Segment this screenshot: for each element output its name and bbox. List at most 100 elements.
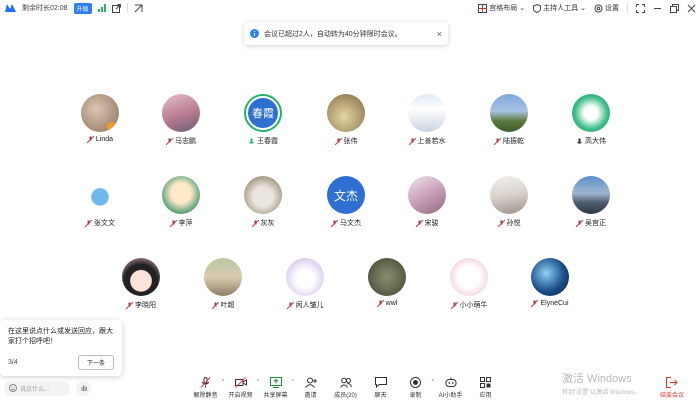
grid-layout-label: 宫格布局 <box>489 5 518 12</box>
share-link-icon[interactable] <box>111 3 121 13</box>
participant-tile[interactable]: Linda <box>70 94 130 144</box>
members-label: 成员(20) <box>334 393 357 399</box>
participant-tile[interactable]: 高大伟 <box>561 94 621 146</box>
signal-icon[interactable] <box>97 4 106 12</box>
upgrade-button[interactable]: 升级 <box>73 2 92 14</box>
participant-name: ElyneCui <box>540 300 569 307</box>
next-tip-button[interactable]: 下一条 <box>77 355 114 370</box>
end-meeting-button[interactable]: 结束会议 <box>654 377 690 399</box>
muted-mic-icon <box>376 299 385 308</box>
chat-placeholder: 说点什么... <box>20 386 50 393</box>
share-screen-label: 共享屏幕 <box>263 393 288 399</box>
ai-assistant-button[interactable]: AI小助手 <box>433 377 468 399</box>
close-icon[interactable]: × <box>437 29 442 39</box>
muted-mic-icon <box>169 219 177 227</box>
members-icon <box>339 377 352 388</box>
top-bar: 剩余时长02:08 升级 宫格布局 ⌄ 主持人工具 ⌄ 设置 <box>0 0 700 16</box>
participant-name: 陆振乾 <box>503 138 524 145</box>
participant-tile[interactable]: 李晓阳 <box>111 258 171 310</box>
participant-tile[interactable]: 小小萌牛 <box>439 258 499 310</box>
participant-tile[interactable]: ElyneCui <box>520 258 580 308</box>
restore-icon[interactable] <box>670 3 679 13</box>
chevron-down-icon: ⌄ <box>580 5 586 12</box>
participant-tile[interactable]: 灰灰 <box>233 176 293 228</box>
video-off-icon <box>234 377 247 388</box>
record-button[interactable]: 录制 ^ <box>398 377 434 399</box>
mic-icon <box>248 138 255 145</box>
participant-tile[interactable]: 上善若水 <box>397 94 457 146</box>
participant-tile[interactable]: 吴官正 <box>561 176 621 228</box>
settings-button[interactable]: 设置 <box>594 3 619 13</box>
participant-tile[interactable]: 张文文 <box>70 176 130 228</box>
watermark-line1: 激活 Windows <box>562 373 632 385</box>
participant-tile[interactable]: 叶超 <box>193 258 253 310</box>
participant-tile[interactable]: 宋骏 <box>397 176 457 228</box>
members-button[interactable]: 成员(20) <box>328 377 363 399</box>
participant-name: 孙悦 <box>506 220 521 227</box>
avatar <box>244 176 282 214</box>
share-screen-button[interactable]: 共享屏幕 ^ <box>258 377 294 399</box>
participant-name: 张文文 <box>94 220 115 227</box>
grid-layout-button[interactable]: 宫格布局 ⌄ <box>478 3 525 13</box>
avatar <box>408 176 446 214</box>
avatar <box>572 94 610 132</box>
divider <box>627 3 628 13</box>
participant-name: Linda <box>95 136 114 143</box>
participant-tile[interactable]: 闲人皱儿 <box>275 258 335 310</box>
ai-assistant-label: AI小助手 <box>438 393 463 399</box>
muted-mic-icon <box>211 301 219 309</box>
chat-label: 聊天 <box>374 393 387 399</box>
muted-mic-icon <box>86 135 95 144</box>
fullscreen-icon[interactable] <box>636 3 645 13</box>
avatar <box>572 176 610 214</box>
chat-button[interactable]: 聊天 <box>363 377 398 399</box>
participant-tile[interactable]: 李萍 <box>151 176 211 228</box>
notice-text: 会议已超过2人，自动转为40分钟限时会议。 <box>264 30 402 38</box>
end-meeting-label: 结束会议 <box>659 393 684 399</box>
participant-tile[interactable]: 马志鹏 <box>151 94 211 146</box>
avatar <box>531 258 569 296</box>
chat-input[interactable]: 说点什么... <box>4 380 70 396</box>
participant-name: 叶超 <box>220 302 235 309</box>
chat-bar: 说点什么... <box>4 380 91 396</box>
participant-tile[interactable]: 孙悦 <box>479 176 539 228</box>
settings-label: 设置 <box>605 5 619 12</box>
participant-tile[interactable]: 春霞 王春霞 <box>233 94 293 146</box>
avatar <box>490 176 528 214</box>
mic-icon <box>576 138 583 145</box>
reaction-button[interactable] <box>76 380 91 396</box>
tip-counter: 3/4 <box>8 359 18 366</box>
avatar <box>450 258 488 296</box>
avatar <box>408 94 446 132</box>
watermark-line2: 转到"设置"以激活 Windows。 <box>562 390 641 396</box>
muted-mic-icon <box>84 219 93 227</box>
avatar <box>286 258 324 296</box>
participant-name: 马志鹏 <box>175 138 196 145</box>
participant-tile[interactable]: wwl <box>357 258 417 308</box>
annotate-icon[interactable] <box>134 4 143 13</box>
share-screen-icon <box>269 377 282 388</box>
gear-icon <box>594 4 603 12</box>
participant-name: wwl <box>385 300 398 307</box>
record-label: 录制 <box>409 393 422 399</box>
avatar <box>490 94 528 132</box>
apps-label: 应用 <box>479 393 492 399</box>
muted-mic-icon <box>497 219 505 227</box>
close-window-icon[interactable] <box>687 4 696 13</box>
minimize-icon[interactable] <box>653 4 662 13</box>
participant-name: 张伟 <box>343 138 358 145</box>
invite-button[interactable]: 邀请 <box>293 377 328 399</box>
apps-button[interactable]: 应用 <box>468 377 503 399</box>
avatar <box>162 176 200 214</box>
start-video-button[interactable]: 开启视频 ^ <box>223 377 259 399</box>
participant-tile[interactable]: 张伟 <box>316 94 376 146</box>
emoji-icon[interactable] <box>9 384 17 392</box>
participant-tile[interactable]: 陆振乾 <box>479 94 539 146</box>
participant-name: 高大伟 <box>585 138 606 145</box>
host-tools-button[interactable]: 主持人工具 ⌄ <box>533 3 586 13</box>
participant-tile[interactable]: 文杰 马文杰 <box>316 176 376 228</box>
add-user-icon <box>304 377 317 388</box>
unmute-button[interactable]: 解除静音 ^ <box>188 377 224 399</box>
chat-icon <box>374 377 387 388</box>
avatar-initials: 文杰 <box>327 176 365 214</box>
